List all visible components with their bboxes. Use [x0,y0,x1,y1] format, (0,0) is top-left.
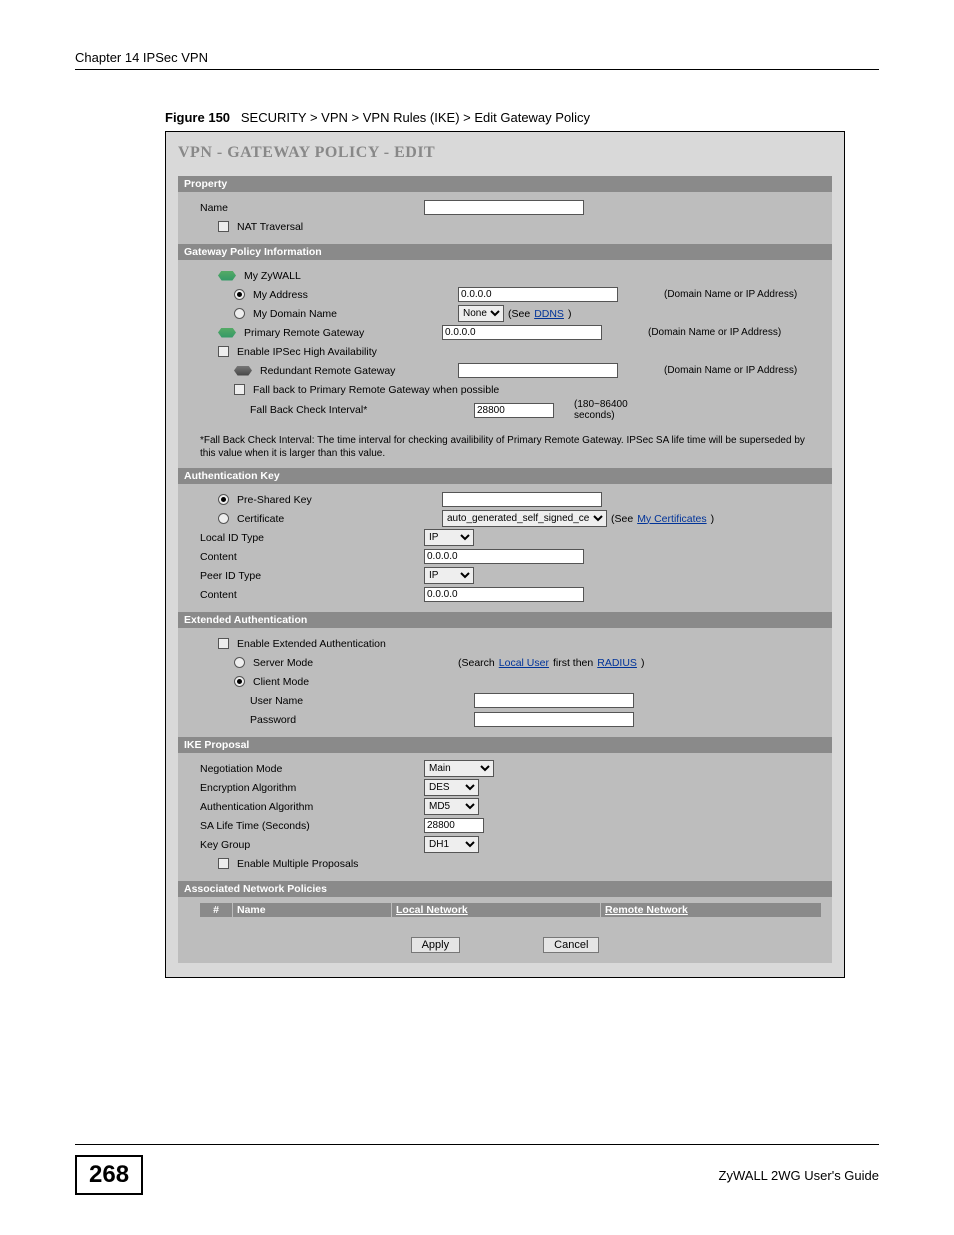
section-assoc-bar: Associated Network Policies [178,881,832,897]
cert-select[interactable]: auto_generated_self_signed_cert [442,510,607,527]
key-group-select[interactable]: DH1 [424,836,479,853]
fallback-label: Fall back to Primary Remote Gateway when… [253,384,499,396]
running-header: Chapter 14 IPSec VPN [75,50,879,70]
cert-radio[interactable] [218,513,229,524]
my-domain-label: My Domain Name [253,308,337,320]
redundant-hint: (Domain Name or IP Address) [652,365,822,376]
vpn-gateway-policy-panel: VPN - GATEWAY POLICY - EDIT Property Nam… [165,131,845,978]
assoc-table-header: # Name Local Network Remote Network [200,903,822,917]
my-domain-radio[interactable] [234,308,245,319]
page-number: 268 [75,1155,143,1195]
nat-traversal-label: NAT Traversal [237,221,303,233]
my-address-input[interactable] [458,287,618,302]
peer-content-input[interactable] [424,587,584,602]
local-id-type-label: Local ID Type [200,532,420,544]
domain-select[interactable]: None [458,305,504,322]
fallback-interval-input[interactable] [474,403,554,418]
my-address-radio[interactable] [234,289,245,300]
section-ike-bar: IKE Proposal [178,737,832,753]
my-address-label: My Address [253,289,308,301]
nat-traversal-checkbox[interactable] [218,221,229,232]
server-mode-radio[interactable] [234,657,245,668]
psk-input[interactable] [442,492,602,507]
password-label: Password [200,714,470,726]
local-content-input[interactable] [424,549,584,564]
my-zywall-label: My ZyWALL [244,270,301,282]
psk-label: Pre-Shared Key [237,494,312,506]
enc-alg-label: Encryption Algorithm [200,782,420,794]
neg-mode-select[interactable]: Main [424,760,494,777]
th-num: # [200,903,233,917]
redundant-gateway-icon [234,366,252,376]
figure-path: SECURITY > VPN > VPN Rules (IKE) > Edit … [241,110,590,125]
panel-title: VPN - GATEWAY POLICY - EDIT [178,144,832,162]
zywall-icon [218,271,236,281]
figure-caption: Figure 150 SECURITY > VPN > VPN Rules (I… [165,110,879,125]
property-name-label: Name [200,202,420,214]
my-address-hint: (Domain Name or IP Address) [652,289,822,300]
figure-label: Figure 150 [165,110,230,125]
primary-gateway-icon [218,328,236,338]
peer-content-label: Content [200,589,420,601]
cert-see: (See [611,513,633,525]
local-content-label: Content [200,551,420,563]
enable-ipsec-ha-label: Enable IPSec High Availability [237,346,377,358]
sa-life-label: SA Life Time (Seconds) [200,820,420,832]
enable-multi-label: Enable Multiple Proposals [237,858,358,870]
sa-life-input[interactable] [424,818,484,833]
enable-ipsec-ha-checkbox[interactable] [218,346,229,357]
section-ext-bar: Extended Authentication [178,612,832,628]
peer-id-type-label: Peer ID Type [200,570,420,582]
key-group-label: Key Group [200,839,420,851]
server-mode-label: Server Mode [253,657,313,669]
local-id-type-select[interactable]: IP [424,529,474,546]
th-remote-network: Remote Network [601,903,822,917]
property-name-input[interactable] [424,200,584,215]
section-gpi-bar: Gateway Policy Information [178,244,832,260]
section-auth-bar: Authentication Key [178,468,832,484]
redundant-label: Redundant Remote Gateway [260,365,395,377]
radius-link[interactable]: RADIUS [597,657,637,669]
enable-ext-auth-label: Enable Extended Authentication [237,638,386,650]
auth-alg-label: Authentication Algorithm [200,801,420,813]
enable-ext-auth-checkbox[interactable] [218,638,229,649]
fallback-range: (180~86400 seconds) [558,399,664,421]
primary-remote-input[interactable] [442,325,602,340]
username-input[interactable] [474,693,634,708]
client-mode-label: Client Mode [253,676,309,688]
section-property-bar: Property [178,176,832,192]
local-user-link[interactable]: Local User [499,657,549,669]
my-certs-link[interactable]: My Certificates [637,513,706,525]
fallback-checkbox[interactable] [234,384,245,395]
redundant-input[interactable] [458,363,618,378]
th-local-network: Local Network [392,903,601,917]
cancel-button[interactable]: Cancel [543,937,599,953]
primary-remote-hint: (Domain Name or IP Address) [636,327,822,338]
client-mode-radio[interactable] [234,676,245,687]
enable-multi-checkbox[interactable] [218,858,229,869]
enc-alg-select[interactable]: DES [424,779,479,796]
cert-label: Certificate [237,513,284,525]
auth-alg-select[interactable]: MD5 [424,798,479,815]
guide-name: ZyWALL 2WG User's Guide [719,1168,879,1183]
primary-remote-label: Primary Remote Gateway [244,327,364,339]
apply-button[interactable]: Apply [411,937,461,953]
see-label: (See [508,308,530,320]
psk-radio[interactable] [218,494,229,505]
fallback-interval-label: Fall Back Check Interval* [200,404,470,416]
neg-mode-label: Negotiation Mode [200,763,420,775]
password-input[interactable] [474,712,634,727]
peer-id-type-select[interactable]: IP [424,567,474,584]
th-name: Name [233,903,392,917]
fallback-note: *Fall Back Check Interval: The time inte… [178,429,832,468]
page-footer: 268 ZyWALL 2WG User's Guide [75,1144,879,1195]
username-label: User Name [200,695,470,707]
ddns-link[interactable]: DDNS [534,308,564,320]
